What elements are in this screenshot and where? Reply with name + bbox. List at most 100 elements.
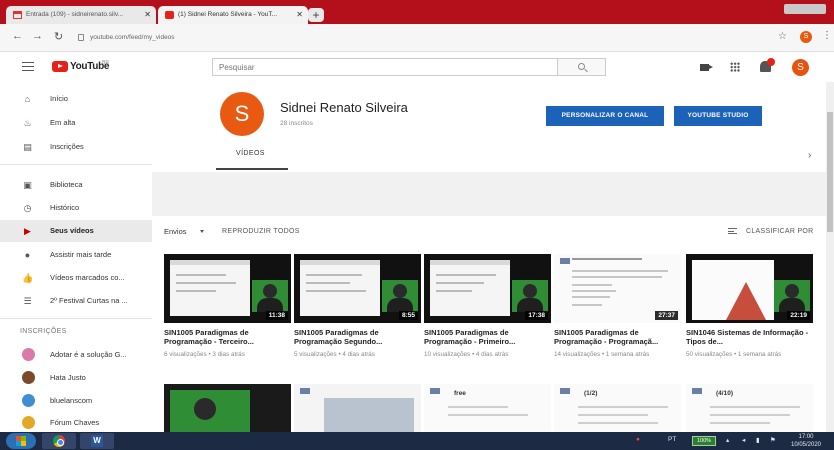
video-thumbnail[interactable]: 8:55 [294,254,421,323]
network-signal-icon[interactable]: ▮ [756,436,760,444]
sidebar-item-playlist[interactable]: ☰ 2º Festival Curtas na ... [0,290,152,312]
video-title[interactable]: SIN1005 Paradigmas de Programação - Prim… [424,328,551,346]
video-thumbnail[interactable]: free [424,384,551,432]
video-thumbnail[interactable]: 17:38 [424,254,551,323]
customize-channel-button[interactable]: PERSONALIZAR O CANAL [546,106,664,126]
close-tab-icon[interactable]: ✕ [144,6,151,24]
battery-indicator[interactable]: 100% [692,436,716,446]
uploads-selector[interactable]: Envios [164,227,187,236]
video-title[interactable]: SIN1046 Sistemas de Informação - Tipos d… [686,328,813,346]
subscription-label: Fórum Chaves [50,418,100,427]
youtube-logo-icon[interactable] [52,61,68,72]
presenter-figure [523,284,537,298]
presenter-figure [779,298,805,312]
reload-icon[interactable]: ↻ [54,30,63,43]
video-thumbnail[interactable]: (4/10) [686,384,813,432]
screen-capture [170,260,250,316]
screen-capture [692,260,774,320]
video-thumbnail[interactable] [164,384,291,432]
sidebar-item-home[interactable]: ⌂ Início [0,88,152,110]
search-input[interactable] [212,58,558,76]
sidebar-item-liked-videos[interactable]: 👍 Vídeos marcados co... [0,267,152,289]
channel-avatar [22,348,35,361]
search-button[interactable] [558,58,606,76]
presenter-figure [393,284,407,298]
youtube-masthead: YouTube BR S [0,52,834,82]
url-text: youtube.com/feed/my_videos [90,34,175,41]
sidebar-item-subscriptions[interactable]: ▤ Inscrições [0,136,152,158]
browser-tab-gmail[interactable]: Entrada (109) - sidneirenato.silv... ✕ [6,6,156,24]
lock-icon [78,34,84,41]
search-icon [578,63,585,70]
browser-tab-youtube[interactable]: (1) Sidnei Renato Silveira - YouT... ✕ [158,6,308,24]
caret-down-icon[interactable] [200,230,204,233]
video-thumbnail[interactable]: 22:19 [686,254,813,323]
video-meta: 14 visualizações • 1 semana atrás [554,351,650,358]
sidebar-subscription[interactable]: Fórum Chaves [0,412,152,434]
sidebar-divider [0,164,152,165]
subscriber-count: 28 inscritos [280,120,313,127]
browser-profile-avatar[interactable]: S [800,31,812,43]
sidebar-item-history[interactable]: ◷ Histórico [0,197,152,219]
volume-icon[interactable]: ◂ [742,436,745,444]
sidebar-subscription[interactable]: bluelanscom [0,390,152,412]
active-tab-indicator [216,168,288,170]
screen-capture [300,260,380,316]
sidebar-subscription[interactable]: Adotar é a solução G... [0,344,152,366]
sidebar-item-library[interactable]: ▣ Biblioteca [0,174,152,196]
create-video-icon[interactable] [700,64,713,71]
youtube-icon [165,11,174,19]
new-tab-button[interactable]: + [308,8,324,22]
video-meta: 10 visualizações • 4 dias atrás [424,351,509,358]
sidebar-item-label: Histórico [50,203,80,212]
video-title[interactable]: SIN1005 Paradigmas de Programação - Prog… [554,328,681,346]
tray-app-icon[interactable]: ● [636,436,640,443]
taskbar-word[interactable]: W [80,433,114,449]
apps-grid-icon[interactable] [730,62,740,72]
tray-arrow-icon[interactable]: ▴ [726,436,729,444]
window-controls[interactable] [784,4,826,14]
video-duration: 11:38 [265,311,288,320]
chevron-right-icon[interactable]: › [808,150,811,161]
sidebar-item-label: Seus vídeos [50,226,94,235]
language-indicator[interactable]: PT [668,436,676,443]
video-thumbnail[interactable]: 27:37 [554,254,681,323]
windows-start-button[interactable] [6,433,36,449]
video-title[interactable]: SIN1005 Paradigmas de Programação Segund… [294,328,421,346]
video-title[interactable]: SIN1005 Paradigmas de Programação - Terc… [164,328,291,346]
sidebar-item-label: Inscrições [50,142,84,151]
address-bar[interactable]: youtube.com/feed/my_videos [76,29,766,47]
hamburger-menu-icon[interactable] [22,62,34,71]
video-thumbnail[interactable] [294,384,421,432]
youtube-studio-button[interactable]: YOUTUBE STUDIO [674,106,762,126]
gmail-icon [13,11,22,19]
forward-arrow-icon[interactable]: → [32,30,43,42]
home-icon: ⌂ [24,94,31,104]
channel-header: S Sidnei Renato Silveira 28 inscritos PE… [152,82,834,172]
account-avatar[interactable]: S [792,59,809,76]
page-scrollbar[interactable] [826,82,834,432]
video-thumbnail[interactable]: (1/2) [554,384,681,432]
video-thumbnail[interactable]: 11:38 [164,254,291,323]
back-arrow-icon[interactable]: ← [12,30,23,42]
video-duration: 27:37 [655,311,678,320]
sidebar-subscription[interactable]: Hata Justo [0,367,152,389]
tab-videos[interactable]: VÍDEOS [236,150,265,157]
sidebar-item-your-videos[interactable]: ▶ Seus vídeos [0,220,152,242]
close-tab-icon[interactable]: ✕ [296,6,303,24]
play-all-link[interactable]: REPRODUZIR TODOS [222,228,300,235]
thumbs-up-icon: 👍 [22,273,34,283]
action-center-flag-icon[interactable]: ⚑ [770,436,776,444]
sort-icon[interactable] [728,228,737,234]
bookmark-star-icon[interactable]: ☆ [778,31,787,42]
channel-avatar[interactable]: S [220,92,264,136]
browser-menu-icon[interactable]: ⋮ [822,30,832,41]
sort-by-button[interactable]: CLASSIFICAR POR [746,228,814,235]
system-clock[interactable]: 17:00 10/05/2020 [786,433,826,449]
subscriptions-heading: INSCRIÇÕES [20,328,67,335]
sidebar-item-watch-later[interactable]: ● Assistir mais tarde [0,244,152,266]
sidebar-item-trending[interactable]: ♨ Em alta [0,112,152,134]
sidebar: ⌂ Início ♨ Em alta ▤ Inscrições ▣ Biblio… [0,82,152,432]
taskbar-chrome[interactable] [42,433,76,449]
scrollbar-thumb[interactable] [827,112,833,232]
